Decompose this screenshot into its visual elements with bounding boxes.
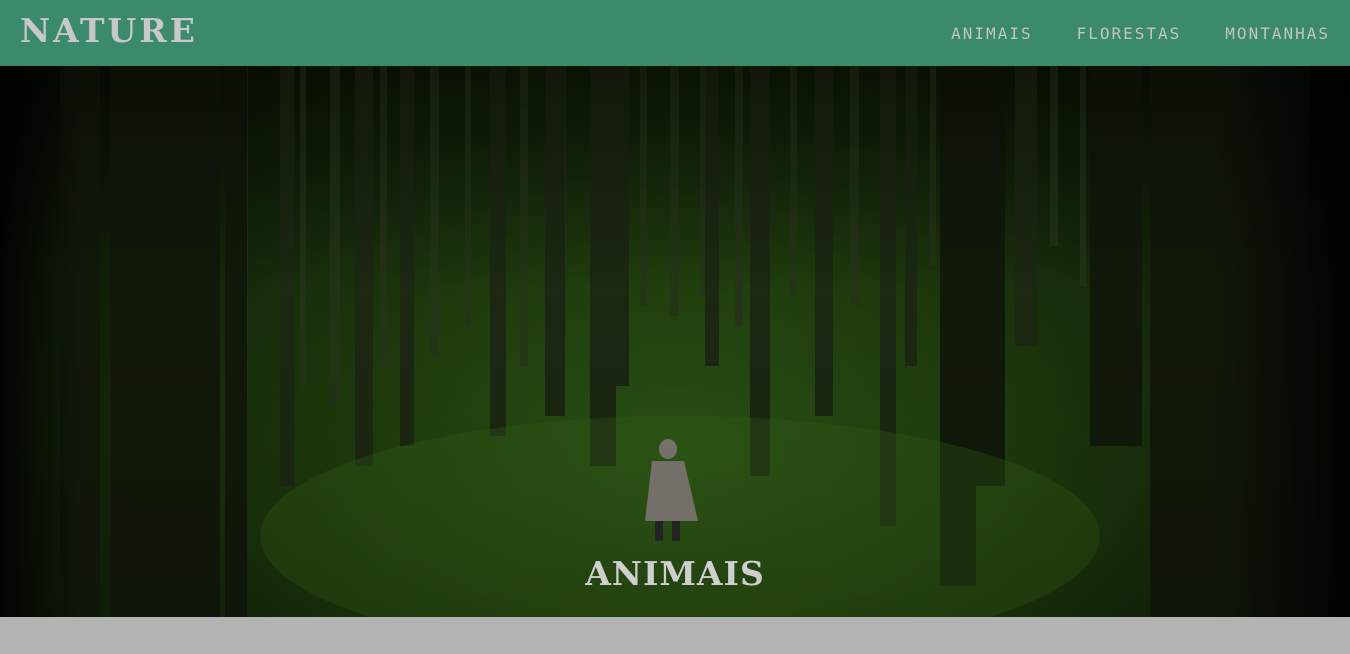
brand-logo[interactable]: NATURE: [20, 11, 198, 51]
nav-link-florestas[interactable]: FLORESTAS: [1077, 24, 1182, 43]
top-navbar: NATURE ANIMAIS FLORESTAS MONTANHAS: [0, 0, 1350, 66]
forest-background-image: [60, 66, 1310, 617]
hero-title: ANIMAIS: [585, 554, 765, 594]
page-footer-area: [0, 617, 1350, 654]
hero-banner: ANIMAIS: [0, 66, 1350, 617]
nav-link-montanhas[interactable]: MONTANHAS: [1225, 24, 1330, 43]
nav-link-animais[interactable]: ANIMAIS: [951, 24, 1032, 43]
nav-menu: ANIMAIS FLORESTAS MONTANHAS: [907, 0, 1330, 66]
